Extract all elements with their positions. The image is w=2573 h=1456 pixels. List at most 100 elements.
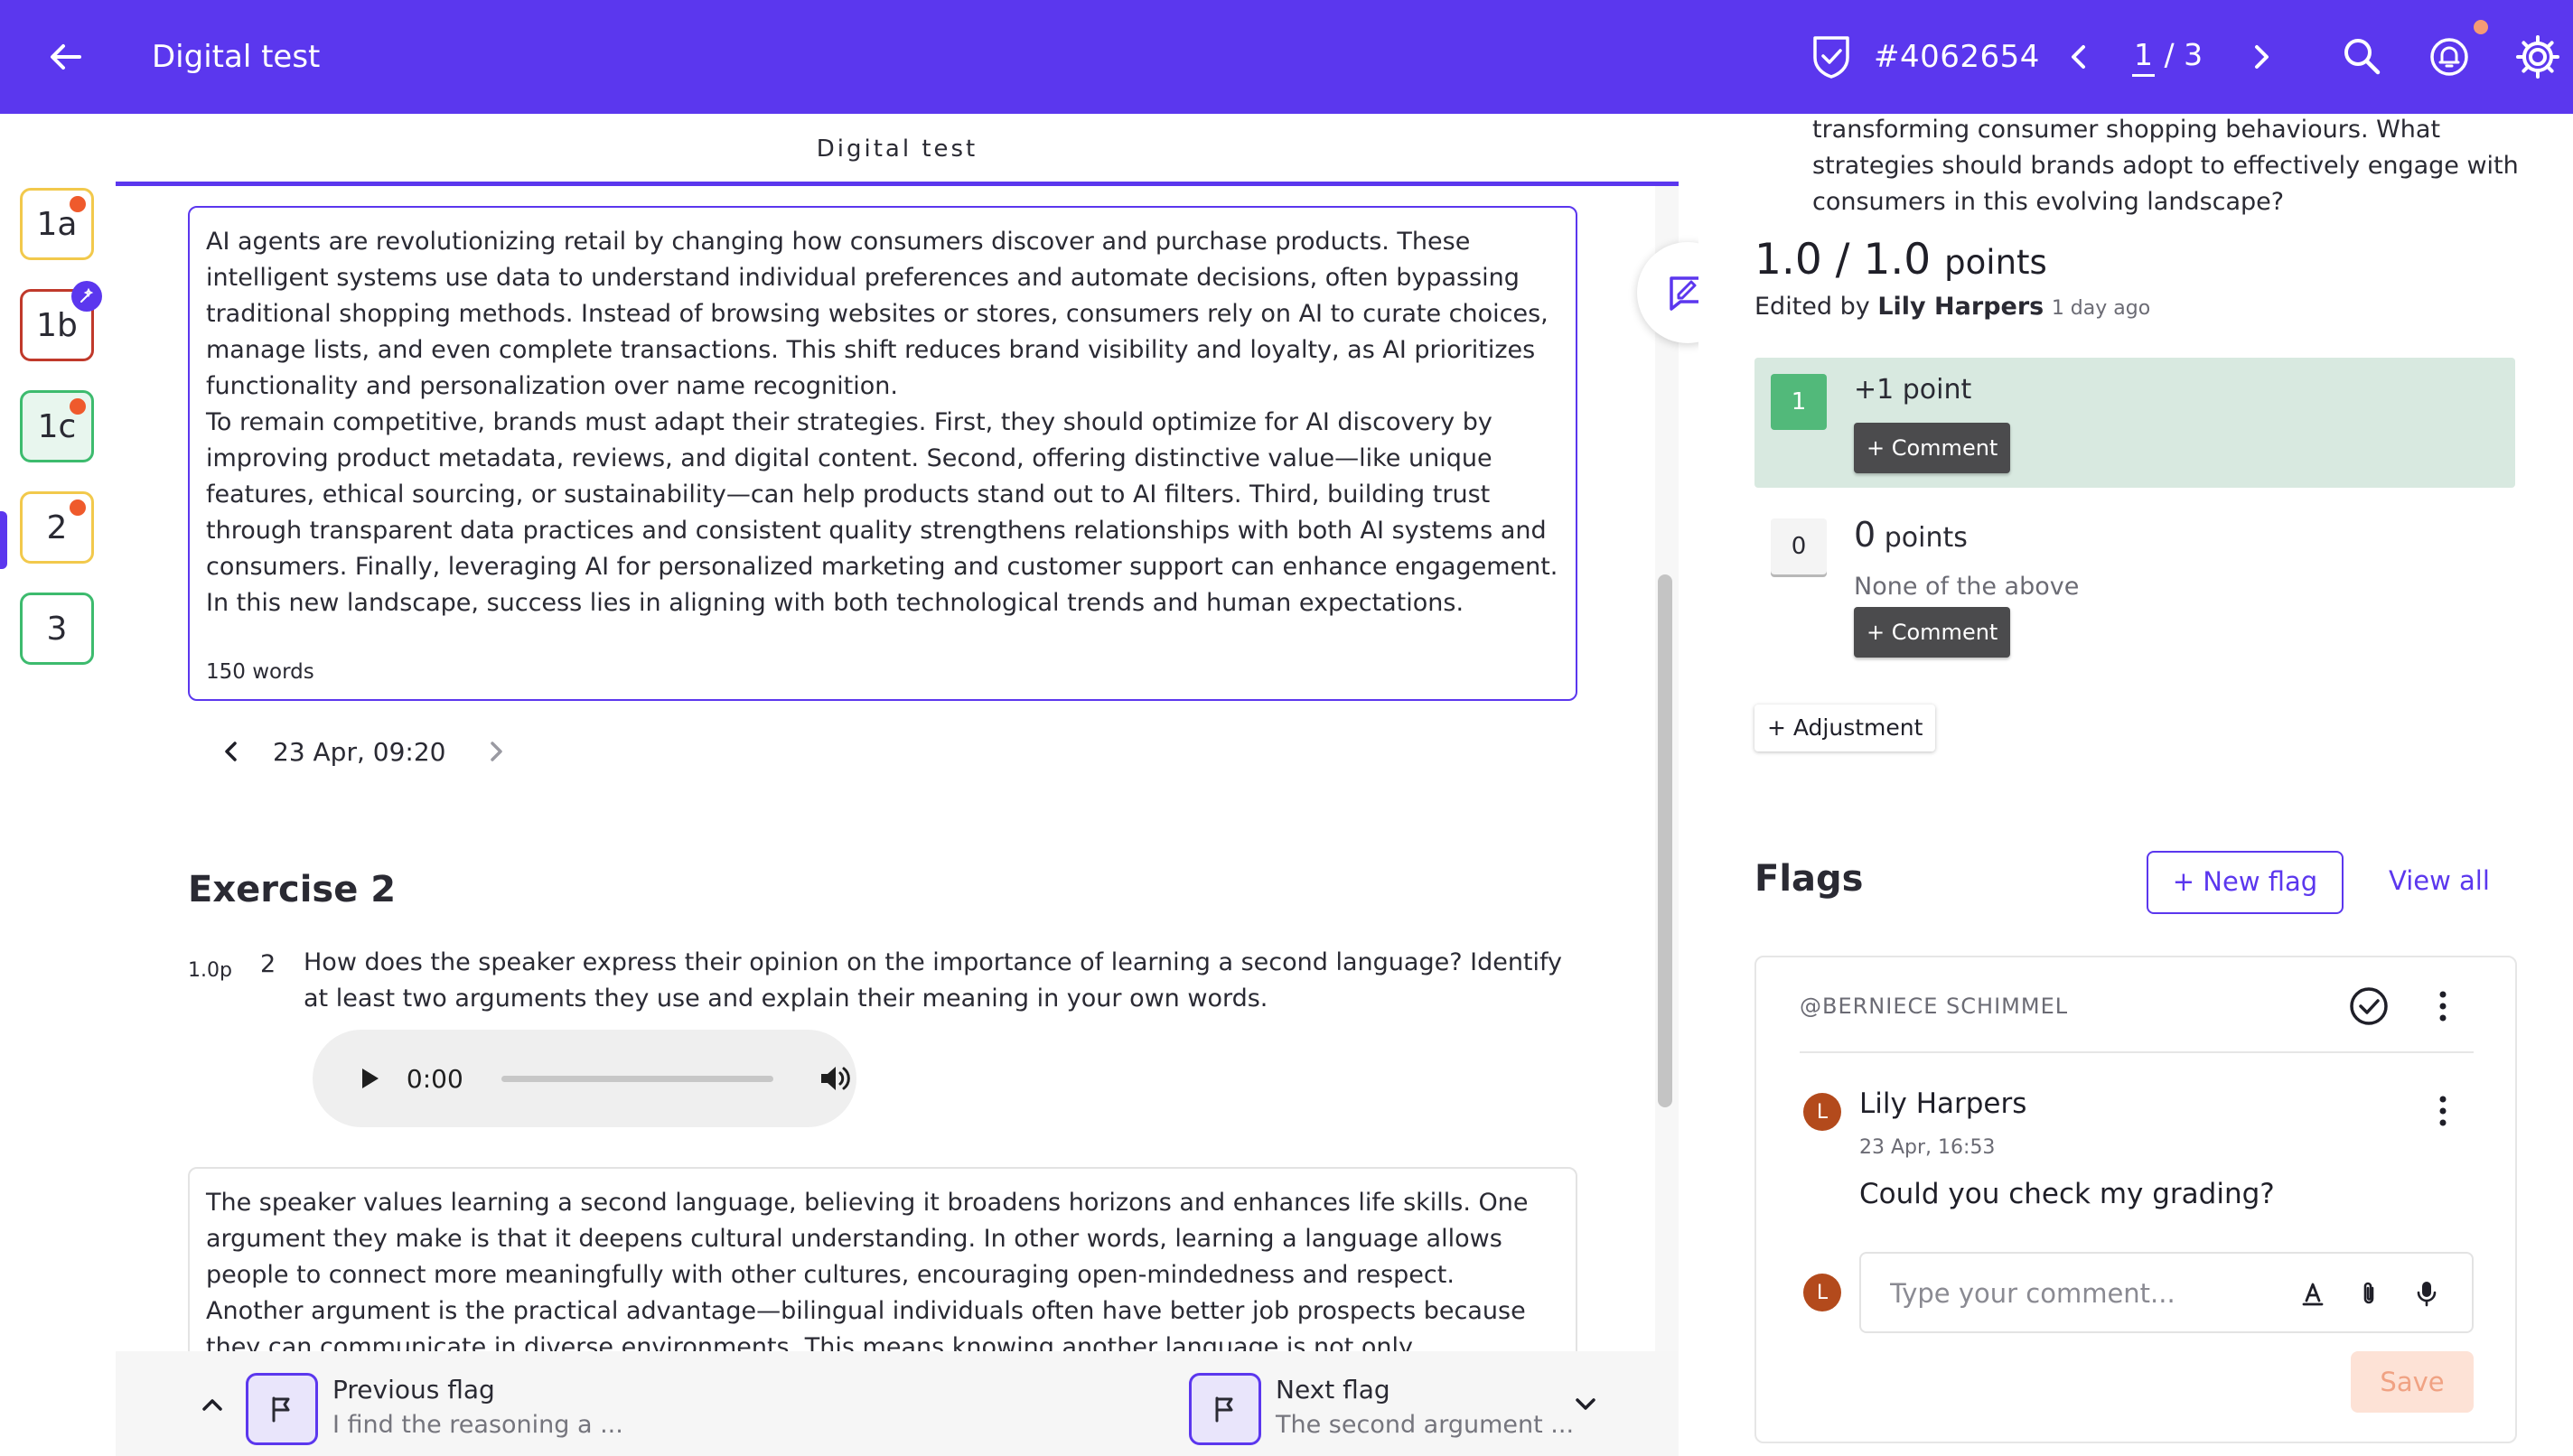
chevron-up-icon[interactable] xyxy=(192,1384,233,1425)
question-button-1b[interactable]: 1b xyxy=(20,281,102,361)
volume-icon[interactable] xyxy=(813,1057,856,1100)
criterion-description: None of the above xyxy=(1854,573,2080,601)
submission-id-text: #4062654 xyxy=(1874,39,2040,75)
new-flag-button[interactable]: + New flag xyxy=(2147,851,2344,914)
page-total: 3 xyxy=(2184,37,2203,72)
answer-paragraph: AI agents are revolutionizing retail by … xyxy=(206,228,1548,400)
flags-heading: Flags xyxy=(1754,858,1864,900)
question-points: 1.0p xyxy=(188,959,232,982)
criterion-points: 0 xyxy=(1854,515,1876,555)
exercise-heading: Exercise 2 xyxy=(188,869,397,910)
add-comment-button[interactable]: + Comment xyxy=(1854,423,2011,473)
criterion-unit: points xyxy=(1884,522,1968,554)
answer-history-navigator: 23 Apr, 09:20 xyxy=(206,726,521,777)
page-title: Digital test xyxy=(152,39,321,75)
more-vertical-icon[interactable] xyxy=(2421,985,2465,1028)
avatar: L xyxy=(1803,1093,1841,1131)
question-label: 2 xyxy=(46,509,68,546)
notification-dot xyxy=(70,499,86,516)
grading-panel: transforming consumer shopping behaviour… xyxy=(1698,114,2573,1456)
flag-icon xyxy=(272,1396,290,1423)
save-comment-button[interactable]: Save xyxy=(2351,1351,2474,1413)
answer-paragraph: To remain competitive, brands must adapt… xyxy=(206,408,1558,617)
add-adjustment-button[interactable]: + Adjustment xyxy=(1754,705,1936,751)
question-label: 1b xyxy=(36,306,78,344)
active-question-indicator xyxy=(0,511,7,569)
edited-by: Edited by Lily Harpers 1 day ago xyxy=(1754,293,2150,321)
microphone-icon[interactable] xyxy=(2407,1274,2447,1313)
question-number: 2 xyxy=(260,950,276,978)
scrollbar-thumb[interactable] xyxy=(1658,574,1672,1107)
flag-card: @BERNIECE SCHIMMEL L Lily Harpers 23 Apr… xyxy=(1754,956,2517,1443)
criterion-option-1[interactable]: 1 +1 point + Comment xyxy=(1754,358,2515,488)
view-all-flags-link[interactable]: View all xyxy=(2389,865,2490,896)
question-button-2[interactable]: 2 xyxy=(20,491,94,564)
page-indicator: 1 / 3 xyxy=(2132,33,2203,78)
page-current: 1 xyxy=(2132,36,2155,77)
edit-wand-icon xyxy=(71,281,102,312)
next-flag-button[interactable] xyxy=(1189,1373,1261,1445)
flag-icon xyxy=(1215,1396,1233,1423)
previous-flag-title[interactable]: Previous flag xyxy=(332,1375,495,1405)
notification-dot xyxy=(70,196,86,212)
history-next-icon[interactable] xyxy=(471,726,521,777)
page-separator: / xyxy=(2155,37,2185,72)
question-prompt: transforming consumer shopping behaviour… xyxy=(1812,116,2519,216)
word-count: 150 words xyxy=(206,660,314,684)
student-answer-1c: AI agents are revolutionizing retail by … xyxy=(188,206,1577,701)
play-icon[interactable] xyxy=(349,1058,390,1099)
question-button-1a[interactable]: 1a xyxy=(20,188,94,260)
flag-mention: @BERNIECE SCHIMMEL xyxy=(1800,994,2069,1019)
text-format-icon[interactable] xyxy=(2293,1274,2333,1313)
comment-input[interactable] xyxy=(1890,1274,2278,1313)
editor-name: Lily Harpers xyxy=(1877,293,2044,321)
question-label: 1a xyxy=(36,205,78,243)
submission-viewer: Digital test AI agents are revolutionizi… xyxy=(116,114,1679,1456)
submission-id: #4062654 xyxy=(1810,33,2040,81)
question-navigation-rail: 1a 1b 1c 2 3 xyxy=(0,114,116,1456)
criterion-title: +1 point xyxy=(1854,374,1972,406)
avatar: L xyxy=(1803,1274,1841,1311)
audio-time: 0:00 xyxy=(406,1063,463,1094)
next-submission-icon[interactable] xyxy=(2239,34,2284,79)
gear-icon[interactable] xyxy=(2512,31,2564,83)
divider xyxy=(1800,1051,2474,1053)
score-unit: points xyxy=(1944,243,2047,282)
history-date: 23 Apr, 09:20 xyxy=(273,736,446,767)
score-value: 1.0 / 1.0 xyxy=(1754,235,1932,285)
comment-message: Could you check my grading? xyxy=(1859,1178,2275,1210)
notification-dot xyxy=(70,398,86,415)
next-flag-snippet: The second argument ... xyxy=(1276,1411,1575,1439)
edited-prefix: Edited by xyxy=(1754,293,1870,321)
chevron-down-icon[interactable] xyxy=(1565,1384,1606,1425)
question-button-3[interactable]: 3 xyxy=(20,593,94,665)
previous-flag-snippet: I find the reasoning a ... xyxy=(332,1411,623,1439)
edited-time: 1 day ago xyxy=(2051,297,2151,320)
more-vertical-icon[interactable] xyxy=(2421,1089,2465,1133)
criterion-badge[interactable]: 0 xyxy=(1771,518,1827,574)
score-display: 1.0 / 1.0 points xyxy=(1754,235,2047,285)
shield-check-icon xyxy=(1810,34,1852,79)
test-tab-title: Digital test xyxy=(116,114,1679,186)
question-label: 1c xyxy=(37,407,77,445)
next-flag-title[interactable]: Next flag xyxy=(1276,1375,1390,1405)
search-icon[interactable] xyxy=(2338,33,2387,81)
question-label: 3 xyxy=(46,610,68,648)
notification-bell-icon[interactable] xyxy=(2425,33,2474,81)
criterion-title: 0 points xyxy=(1854,515,1968,555)
history-previous-icon[interactable] xyxy=(206,726,257,777)
back-arrow-icon[interactable] xyxy=(43,34,89,79)
comment-time: 23 Apr, 16:53 xyxy=(1859,1136,1996,1159)
top-bar: Digital test #4062654 1 / 3 xyxy=(0,0,2573,114)
criterion-badge[interactable]: 1 xyxy=(1771,374,1827,430)
resolve-check-icon[interactable] xyxy=(2347,985,2391,1028)
previous-flag-button[interactable] xyxy=(246,1373,318,1445)
audio-player: 0:00 xyxy=(313,1030,856,1127)
criterion-option-0[interactable]: 0 0 points None of the above + Comment xyxy=(1754,506,2515,668)
previous-submission-icon[interactable] xyxy=(2056,34,2101,79)
attachment-icon[interactable] xyxy=(2349,1274,2389,1313)
audio-progress-slider[interactable] xyxy=(501,1075,774,1082)
add-comment-button[interactable]: + Comment xyxy=(1854,607,2011,658)
question-button-1c[interactable]: 1c xyxy=(20,390,94,462)
comment-input-box xyxy=(1859,1252,2474,1333)
